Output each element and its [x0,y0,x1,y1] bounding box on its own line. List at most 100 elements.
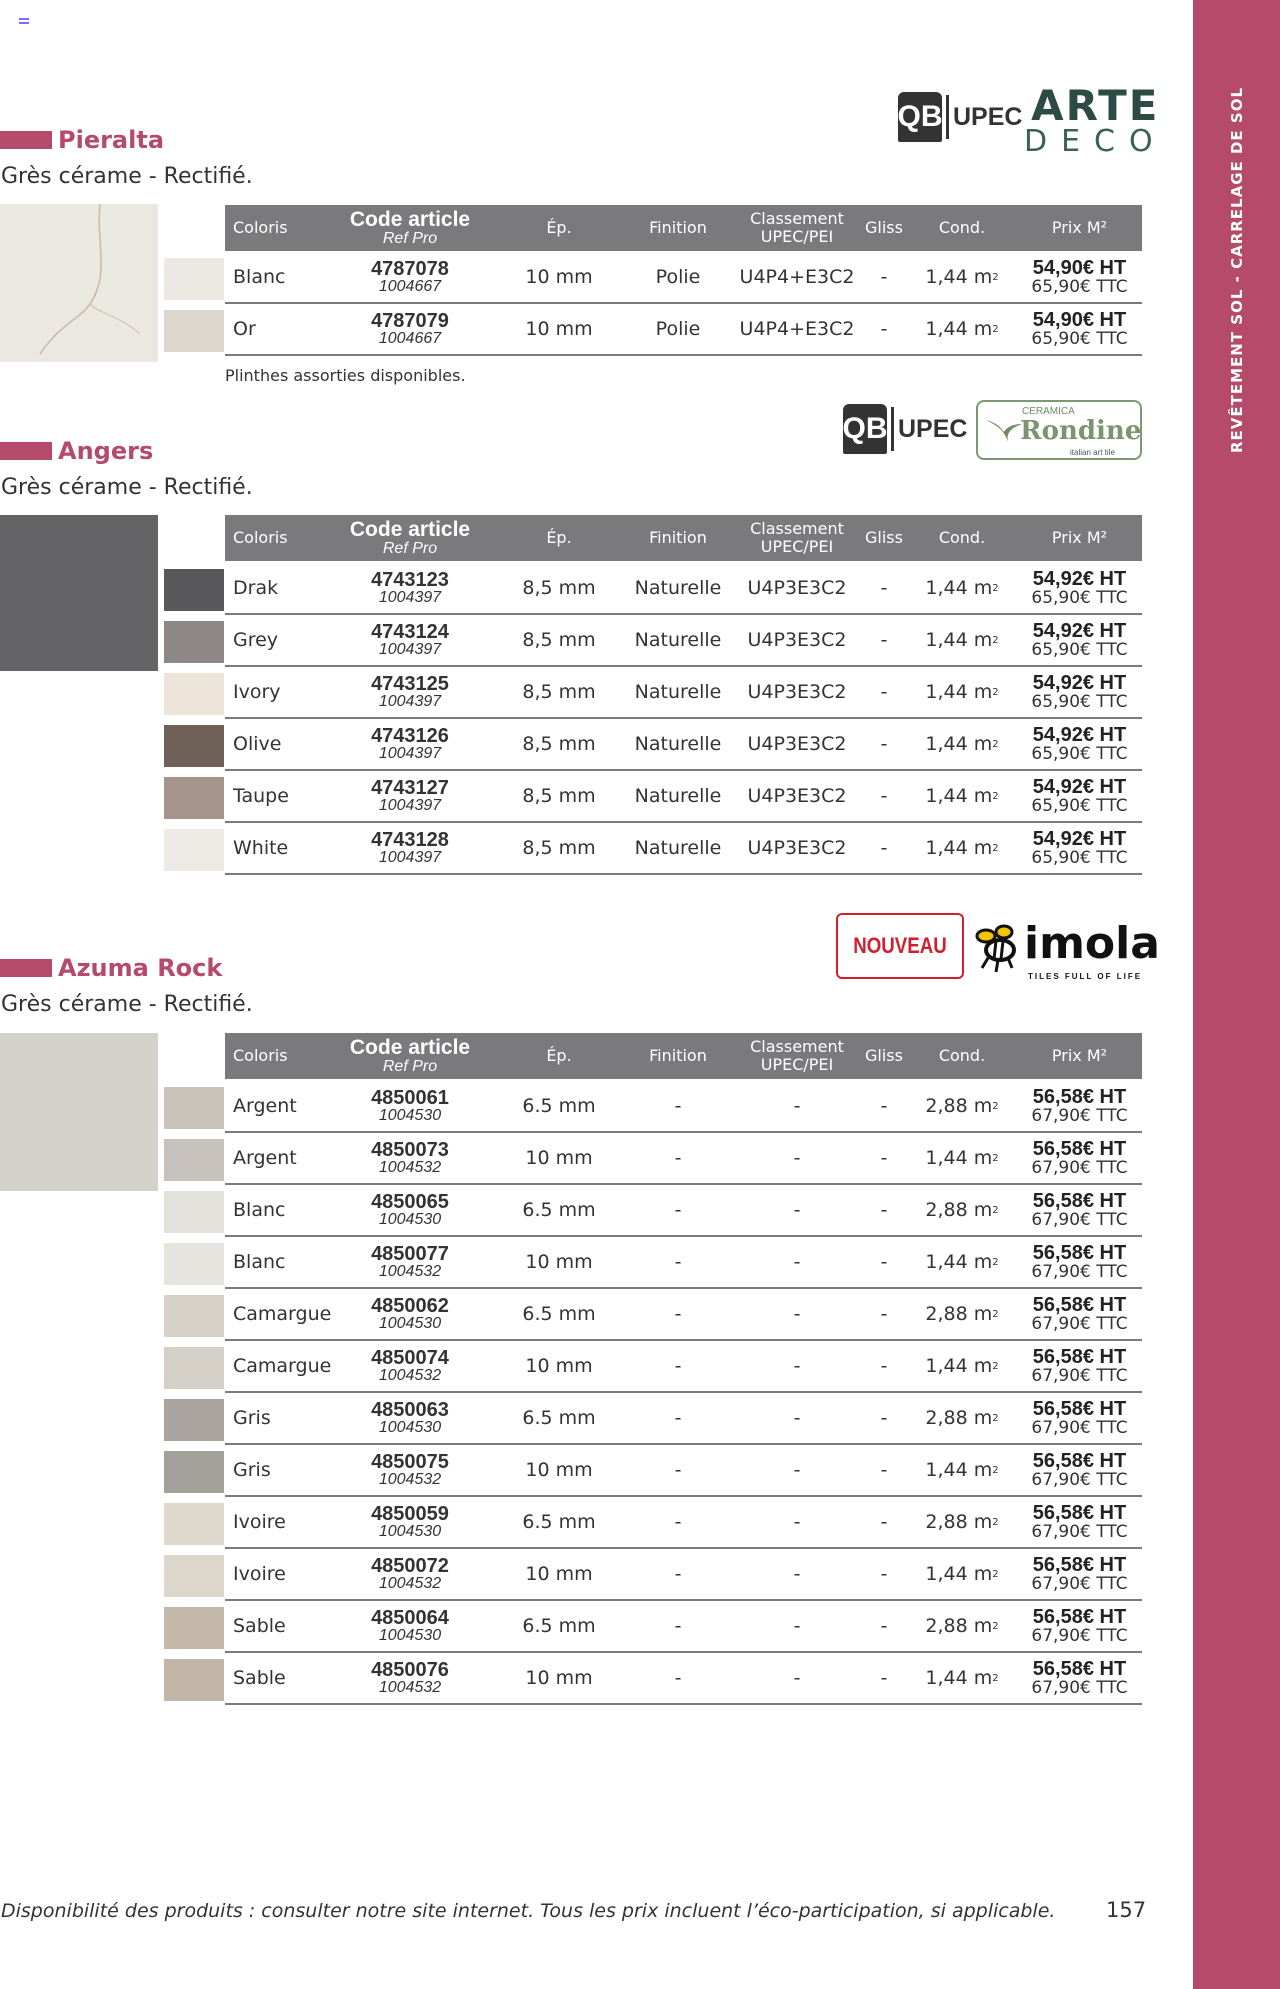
cell-code: 4850065 1004530 [371,1190,449,1228]
cell-finish: Naturelle [634,785,722,807]
qb-upec-logo-2: QB UPEC [843,404,967,454]
product-subtitle: Grès cérame - Rectifié. [1,164,253,189]
header-ep: Ép. [546,528,572,547]
cell-code: 4743123 1004397 [371,568,449,606]
cell-color: Blanc [233,266,286,288]
cell-classement: - [793,1407,801,1429]
cell-finish: - [674,1303,682,1325]
color-swatch [164,1399,224,1441]
cell-cond: 2,88 m2 [925,1303,999,1325]
cell-code: 4743126 1004397 [371,724,449,762]
side-label: REVÊTEMENT SOL - CARRELAGE DE SOL [1228,86,1246,454]
cell-gliss: - [880,1511,888,1533]
cell-code: 4743125 1004397 [371,672,449,710]
color-swatch [164,1347,224,1389]
cell-finish: - [674,1511,682,1533]
cell-price: 56,58€ HT 67,90€ TTC [1031,1137,1128,1178]
product-subtitle: Grès cérame - Rectifié. [1,992,253,1017]
cell-thickness: 10 mm [525,1355,593,1377]
cell-thickness: 10 mm [525,1459,593,1481]
cell-color: Argent [233,1147,297,1169]
cell-price: 56,58€ HT 67,90€ TTC [1031,1657,1128,1698]
color-swatch [164,1139,224,1181]
header-prix: Prix M² [1051,218,1108,237]
cell-classement: U4P3E3C2 [747,785,847,807]
cell-color: Camargue [233,1303,332,1325]
cell-price: 56,58€ HT 67,90€ TTC [1031,1397,1128,1438]
cell-color: Gris [233,1407,271,1429]
cell-thickness: 6.5 mm [522,1511,596,1533]
cell-color: Camargue [233,1355,332,1377]
cell-color: Ivory [233,681,281,703]
table-row: Blanc 4850077 1004532 10 mm - - - 1,44 m 2 56,58€… [164,1237,1142,1289]
cell-finish: - [674,1095,682,1117]
cell-classement: - [793,1355,801,1377]
header-cond: Cond. [938,218,986,237]
cell-color: Blanc [233,1251,286,1273]
cell-classement: - [793,1459,801,1481]
row-divider [225,1703,1142,1705]
color-swatch [164,1243,224,1285]
cell-cond: 1,44 m2 [925,1251,999,1273]
color-swatch [164,1087,224,1129]
cell-cond: 1,44 m2 [925,318,999,340]
bee-icon [975,924,1016,973]
cell-finish: Naturelle [634,629,722,651]
color-swatch [164,1555,224,1597]
cell-classement: U4P3E3C2 [747,681,847,703]
cell-thickness: 8,5 mm [522,681,596,703]
color-swatch [164,673,224,715]
color-swatch [164,725,224,767]
table-row: Olive 4743126 1004397 8,5 mm Naturelle U4P3E3… [164,719,1142,771]
cell-price: 54,92€ HT 65,90€ TTC [1031,827,1128,868]
cell-code: 4850064 1004530 [371,1606,449,1644]
cell-finish: - [674,1251,682,1273]
cell-gliss: - [880,1095,888,1117]
cell-price: 56,58€ HT 67,90€ TTC [1031,1553,1128,1594]
cell-price: 56,58€ HT 67,90€ TTC [1031,1293,1128,1334]
table-row: Gris 4850063 1004530 6.5 mm - - - 2,88 m 2 56,58€… [164,1393,1142,1445]
header-finition: Finition [649,1046,707,1065]
cell-price: 56,58€ HT 67,90€ TTC [1031,1189,1128,1230]
cell-cond: 1,44 m2 [925,1355,999,1377]
cell-cond: 2,88 m2 [925,1511,999,1533]
section-title: Azuma Rock [0,953,222,983]
cell-code: 4850077 1004532 [371,1242,449,1280]
tile-sample-image [0,1033,158,1191]
color-swatch [164,777,224,819]
color-swatch [164,829,224,871]
cell-code: 4787078 1004667 [371,257,449,295]
table-row: Sable 4850064 1004530 6.5 mm - - - 2,88 m 2 56,58… [164,1601,1142,1653]
header-finition: Finition [649,528,707,547]
cell-gliss: - [880,1303,888,1325]
cell-cond: 1,44 m2 [925,266,999,288]
cell-color: Taupe [233,785,289,807]
color-swatch [164,569,224,611]
cell-price: 54,90€ HT 65,90€ TTC [1031,308,1128,349]
cell-finish: - [674,1147,682,1169]
cell-color: Drak [233,577,279,599]
menu-icon[interactable] [19,18,29,26]
cell-code: 4850072 1004532 [371,1554,449,1592]
table-row: Drak 4743123 1004397 8,5 mm Naturelle U4P3E3C… [164,563,1142,615]
color-swatch [164,1503,224,1545]
table-header: Coloris Code article Ref Pro Ép. Finition Cla… [225,515,1142,561]
cell-gliss: - [880,1251,888,1273]
cell-code: 4850062 1004530 [371,1294,449,1332]
cell-thickness: 8,5 mm [522,785,596,807]
cell-code: 4850061 1004530 [371,1086,449,1124]
cell-code: 4850074 1004532 [371,1346,449,1384]
cell-gliss: - [880,785,888,807]
cell-gliss: - [880,1407,888,1429]
footer-note: Disponibilité des produits : consulter n… [1,1900,1056,1922]
cell-color: Olive [233,733,282,755]
product-name: Azuma Rock [58,954,223,982]
cell-cond: 1,44 m2 [925,629,999,651]
color-swatch [164,1191,224,1233]
product-name: Angers [58,437,154,465]
table-row: White 4743128 1004397 8,5 mm Naturelle U4P3E3… [164,823,1142,875]
title-bar [0,442,52,460]
row-divider [225,873,1142,875]
table-row: Ivoire 4850059 1004530 6.5 mm - - - 2,88 m 2 56,5… [164,1497,1142,1549]
cell-finish: - [674,1615,682,1637]
